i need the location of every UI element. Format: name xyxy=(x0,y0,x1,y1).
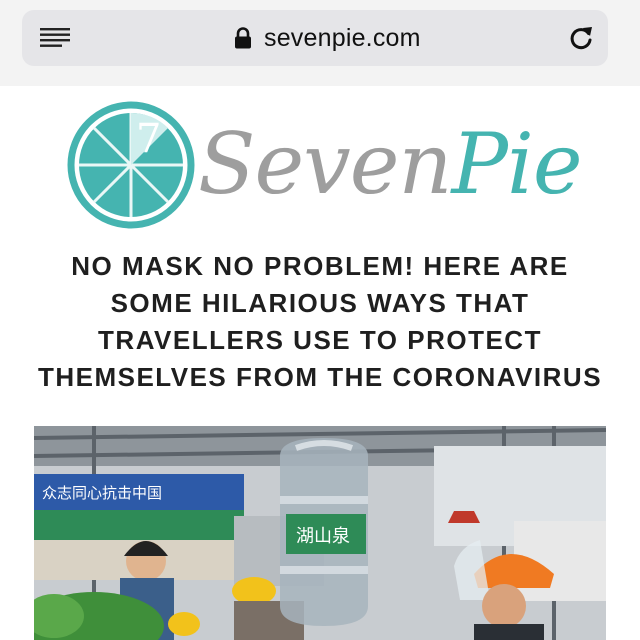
lock-icon xyxy=(234,27,252,49)
article-photo[interactable]: 众志同心抗击中国 湖山泉 xyxy=(34,426,606,640)
logo-text-seven: Seven xyxy=(198,115,453,213)
logo-seven-badge: 7 xyxy=(136,116,161,162)
pie-logo-icon: 7 xyxy=(67,101,195,229)
logo-text-pie: Pie xyxy=(451,115,583,213)
logo-wordmark: SevenPie xyxy=(198,114,583,214)
article-headline[interactable]: NO MASK NO PROBLEM! HERE ARE SOME HILARI… xyxy=(30,248,610,424)
signboard-text: 众志同心抗击中国 xyxy=(42,484,162,502)
browser-toolbar: sevenpie.com xyxy=(0,0,640,86)
jug-label: 湖山泉 xyxy=(296,526,350,547)
address-bar[interactable]: sevenpie.com xyxy=(22,10,608,66)
reload-icon[interactable] xyxy=(567,24,595,52)
sevenpie-logo[interactable]: 7 SevenPie xyxy=(66,100,583,238)
url-text[interactable]: sevenpie.com xyxy=(264,20,421,56)
menu-icon[interactable] xyxy=(38,24,72,52)
